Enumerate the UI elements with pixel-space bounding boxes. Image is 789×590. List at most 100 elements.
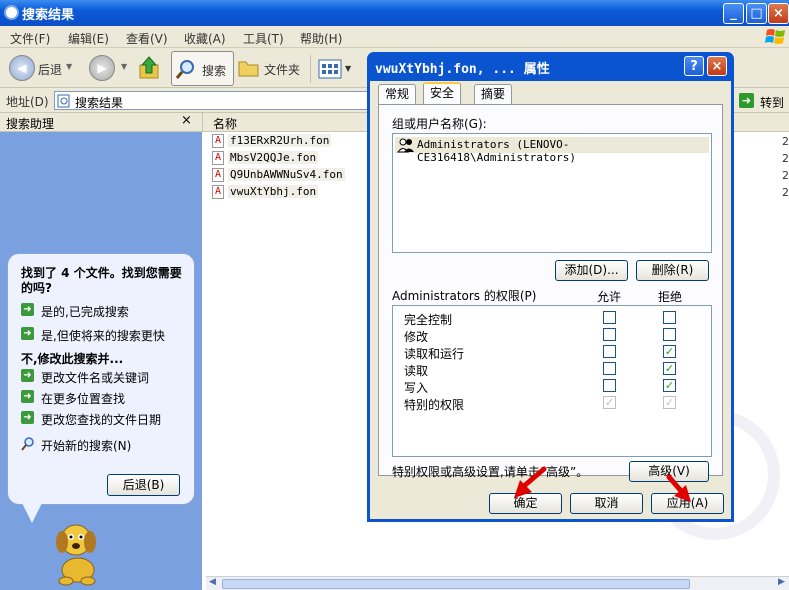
allow-modify-checkbox[interactable] bbox=[603, 328, 616, 341]
permission-name: 完全控制 bbox=[404, 313, 453, 327]
allow-read-checkbox[interactable] bbox=[603, 362, 616, 375]
tab-security[interactable]: 安全 bbox=[423, 82, 462, 105]
file-name: vwuXtYbhj.fon bbox=[228, 185, 319, 198]
search-companion-close-icon[interactable]: × bbox=[181, 113, 192, 128]
view-mode-icon[interactable] bbox=[318, 58, 344, 80]
list-item[interactable]: Administrators (LENOVO-CE316418\Administ… bbox=[395, 137, 709, 164]
user-group-icon bbox=[397, 138, 414, 153]
dialog-title: vwuXtYbhj.fon, ... 属性 bbox=[375, 62, 550, 77]
green-arrow-icon: ➜ bbox=[21, 411, 34, 424]
users-list[interactable]: Administrators (LENOVO-CE316418\Administ… bbox=[392, 133, 712, 253]
option-change-name[interactable]: 更改文件名或关键词 bbox=[41, 369, 149, 386]
search-dog-icon bbox=[56, 524, 96, 586]
windows-logo-icon bbox=[765, 29, 785, 44]
tab-general[interactable]: 常规 bbox=[378, 84, 417, 104]
forward-arrow-icon[interactable]: ▶ bbox=[89, 55, 115, 81]
address-input[interactable]: 搜索结果 bbox=[54, 91, 368, 110]
menu-help[interactable]: 帮助(H) bbox=[300, 30, 342, 47]
go-label: 转到 bbox=[760, 96, 785, 110]
dialog-help-button[interactable]: ? bbox=[684, 56, 704, 76]
permissions-list: 完全控制 修改 读取和运行 ✓ 读取 ✓ 写入 ✓ 特别的权限 ✓ ✓ bbox=[392, 305, 712, 457]
file-column-value: 2 bbox=[782, 186, 789, 199]
file-name: f13ERxR2Urh.fon bbox=[228, 134, 332, 147]
window-title-bar[interactable]: 搜索结果 _ □ × bbox=[0, 0, 789, 26]
option-more-locations[interactable]: 在更多位置查找 bbox=[41, 390, 125, 407]
back-label[interactable]: 后退 bbox=[38, 61, 62, 78]
option-faster-search[interactable]: 是,但使将来的搜索更快 bbox=[41, 327, 165, 344]
red-arrow-icon bbox=[514, 466, 547, 498]
found-files-text: 找到了 4 个文件。找到您需要的吗? bbox=[21, 266, 182, 295]
folders-icon[interactable] bbox=[237, 57, 261, 79]
maximize-button[interactable]: □ bbox=[746, 3, 767, 24]
magnifier-icon bbox=[21, 437, 34, 451]
assistant-back-button[interactable]: 后退(B) bbox=[107, 474, 180, 496]
back-arrow-icon[interactable]: ◀ bbox=[9, 55, 35, 81]
allow-special-checkbox: ✓ bbox=[603, 396, 616, 409]
deny-read-execute-checkbox[interactable]: ✓ bbox=[663, 345, 676, 358]
modify-search-heading: 不,修改此搜索并... bbox=[21, 352, 124, 366]
file-column-value: 2 bbox=[782, 135, 789, 148]
deny-modify-checkbox[interactable] bbox=[663, 328, 676, 341]
permission-name: 读取和运行 bbox=[404, 347, 465, 361]
allow-full-control-checkbox[interactable] bbox=[603, 311, 616, 324]
option-done-searching[interactable]: 是的,已完成搜索 bbox=[41, 303, 129, 320]
toolbar-divider bbox=[310, 55, 311, 83]
tab-summary[interactable]: 摘要 bbox=[474, 84, 513, 104]
menu-tools[interactable]: 工具(T) bbox=[243, 30, 284, 47]
search-label: 搜索 bbox=[202, 64, 227, 78]
permission-name: 特别的权限 bbox=[404, 398, 465, 412]
search-results-icon bbox=[57, 94, 70, 108]
view-dropdown-icon[interactable]: ▼ bbox=[345, 64, 351, 73]
allow-read-execute-checkbox[interactable] bbox=[603, 345, 616, 358]
cancel-button[interactable]: 取消 bbox=[570, 493, 643, 514]
permission-name: 写入 bbox=[404, 381, 429, 395]
search-button[interactable]: 搜索 bbox=[171, 51, 234, 86]
go-button[interactable]: ➜ 转到 bbox=[737, 91, 789, 111]
properties-dialog: vwuXtYbhj.fon, ... 属性 ? × 常规 安全 摘要 组或用户名… bbox=[367, 52, 734, 522]
new-search-link[interactable]: 开始新的搜索(N) bbox=[41, 437, 131, 454]
font-file-icon: A bbox=[212, 168, 224, 182]
remove-button[interactable]: 删除(R) bbox=[636, 260, 709, 281]
dialog-close-button[interactable]: × bbox=[707, 56, 727, 76]
deny-full-control-checkbox[interactable] bbox=[663, 311, 676, 324]
horizontal-scrollbar[interactable]: ◀ ▶ bbox=[206, 576, 789, 590]
deny-special-checkbox: ✓ bbox=[663, 396, 676, 409]
column-name-header[interactable]: 名称 bbox=[213, 115, 237, 132]
search-companion-header: 搜索助理 × bbox=[0, 113, 202, 132]
back-dropdown-icon[interactable]: ▼ bbox=[66, 62, 72, 71]
file-column-value: 2 bbox=[782, 152, 789, 165]
window-title: 搜索结果 bbox=[22, 8, 75, 23]
go-arrow-icon: ➜ bbox=[739, 93, 754, 108]
forward-dropdown-icon[interactable]: ▼ bbox=[121, 62, 127, 71]
up-folder-icon[interactable] bbox=[138, 55, 162, 81]
file-name: Q9UnbAWWNuSv4.fon bbox=[228, 168, 345, 181]
deny-read-checkbox[interactable]: ✓ bbox=[663, 362, 676, 375]
add-button[interactable]: 添加(D)... bbox=[555, 260, 628, 281]
scroll-left-icon[interactable]: ◀ bbox=[209, 577, 216, 587]
minimize-button[interactable]: _ bbox=[723, 3, 744, 24]
menu-edit[interactable]: 编辑(E) bbox=[68, 30, 109, 47]
green-arrow-icon: ➜ bbox=[21, 327, 34, 340]
file-column-value: 2 bbox=[782, 169, 789, 182]
menu-file[interactable]: 文件(F) bbox=[10, 30, 50, 47]
menu-favorites[interactable]: 收藏(A) bbox=[184, 30, 226, 47]
menu-bar: 文件(F) 编辑(E) 查看(V) 收藏(A) 工具(T) 帮助(H) bbox=[0, 26, 789, 48]
red-arrow-icon bbox=[666, 474, 691, 502]
address-label: 地址(D) bbox=[6, 95, 49, 109]
address-value: 搜索结果 bbox=[75, 96, 124, 110]
menu-view[interactable]: 查看(V) bbox=[126, 30, 168, 47]
allow-write-checkbox[interactable] bbox=[603, 379, 616, 392]
option-change-date[interactable]: 更改您查找的文件日期 bbox=[41, 411, 161, 428]
search-window-icon bbox=[4, 5, 19, 20]
search-assistant-bubble: 找到了 4 个文件。找到您需要的吗? ➜ 是的,已完成搜索 ➜ 是,但使将来的搜… bbox=[7, 253, 195, 505]
deny-write-checkbox[interactable]: ✓ bbox=[663, 379, 676, 392]
scroll-right-icon[interactable]: ▶ bbox=[778, 577, 785, 587]
close-button[interactable]: × bbox=[768, 3, 789, 24]
font-file-icon: A bbox=[212, 151, 224, 165]
file-name: MbsV2QQJe.fon bbox=[228, 151, 319, 164]
green-arrow-icon: ➜ bbox=[21, 303, 34, 316]
scroll-thumb[interactable] bbox=[222, 579, 690, 589]
folders-label[interactable]: 文件夹 bbox=[264, 61, 300, 78]
search-companion-title: 搜索助理 bbox=[6, 117, 55, 131]
green-arrow-icon: ➜ bbox=[21, 369, 34, 382]
